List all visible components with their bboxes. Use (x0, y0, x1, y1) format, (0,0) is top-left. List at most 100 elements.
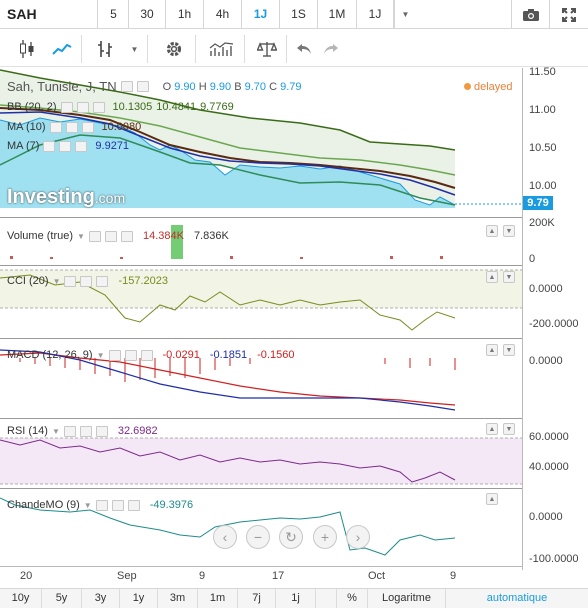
settings-icon[interactable] (136, 81, 149, 92)
y-tick: 11.50 (529, 66, 556, 78)
y-tick: 40.0000 (529, 461, 569, 473)
range-1y[interactable]: 1y (120, 589, 158, 608)
chart-type-dropdown[interactable]: ▼ (122, 35, 148, 63)
range-1j[interactable]: 1j (276, 589, 316, 608)
timeframe-dropdown-button[interactable]: ▼ (394, 0, 416, 29)
plus-icon: + (320, 529, 330, 545)
rsi-legend: RSI (14) ▼ 32.6982 (7, 425, 158, 437)
compare-button[interactable] (247, 35, 287, 63)
pane-down-button[interactable]: ▼ (503, 423, 515, 435)
pane-down-button[interactable]: ▼ (503, 225, 515, 237)
zoom-out-button[interactable]: − (246, 525, 270, 549)
undo-button[interactable] (290, 35, 318, 63)
zoom-in-button[interactable]: + (313, 525, 337, 549)
pane-down-button[interactable]: ▼ (503, 271, 515, 283)
range-10y[interactable]: 10y (0, 589, 42, 608)
chevron-left-icon: ‹ (222, 529, 228, 545)
balance-scale-icon (256, 42, 277, 57)
delayed-badge: delayed (464, 81, 513, 93)
range-7j[interactable]: 7j (238, 589, 276, 608)
settings-icon[interactable] (65, 121, 78, 133)
screenshot-button[interactable] (511, 0, 549, 29)
percent-scale-button[interactable]: % (336, 589, 368, 608)
pane-up-button[interactable]: ▲ (486, 271, 498, 283)
undo-icon (297, 44, 311, 54)
refresh-icon: ↻ (285, 529, 297, 545)
range-3y[interactable]: 3y (82, 589, 120, 608)
settings-icon[interactable] (104, 230, 117, 242)
timeframe-1j[interactable]: 1J (242, 0, 280, 29)
hide-icon[interactable] (108, 349, 121, 361)
hide-icon[interactable] (88, 230, 101, 242)
fullscreen-icon (562, 7, 576, 22)
pane-down-button[interactable]: ▼ (503, 344, 515, 356)
timeframe-toolbar: SAH 5 30 1h 4h 1J 1S 1M 1J ▼ (0, 0, 588, 29)
close-icon[interactable] (92, 101, 105, 113)
timeframe-1s[interactable]: 1S (280, 0, 318, 29)
cci-legend: CCI (20) ▼ -157.2023 (7, 275, 169, 287)
hide-icon[interactable] (43, 140, 56, 152)
hide-icon[interactable] (49, 121, 62, 133)
ma7-legend: MA (7) 9.9271 (7, 140, 130, 152)
area-chart-button[interactable] (42, 35, 82, 63)
settings-icon[interactable] (76, 101, 89, 113)
pane-up-button[interactable]: ▲ (486, 423, 498, 435)
pane-divider[interactable] (0, 338, 522, 339)
pane-divider[interactable] (0, 418, 522, 419)
close-icon[interactable] (96, 275, 109, 287)
close-icon[interactable] (140, 349, 153, 361)
pane-divider[interactable] (0, 217, 522, 218)
timeframe-1j-alt[interactable]: 1J (357, 0, 394, 29)
pane-divider[interactable] (0, 265, 522, 266)
fullscreen-button[interactable] (549, 0, 588, 29)
y-tick: 200K (529, 217, 555, 229)
hide-icon[interactable] (120, 81, 133, 92)
pane-up-button[interactable]: ▲ (486, 225, 498, 237)
pane-divider[interactable] (0, 488, 522, 489)
y-tick: 60.0000 (529, 431, 569, 443)
range-5y[interactable]: 5y (42, 589, 82, 608)
reset-zoom-button[interactable]: ↻ (279, 525, 303, 549)
symbol-label[interactable]: SAH (0, 0, 98, 29)
bar-chart-button[interactable] (88, 35, 122, 63)
close-icon[interactable] (81, 121, 94, 133)
close-icon[interactable] (127, 499, 140, 511)
close-icon[interactable] (120, 230, 133, 242)
settings-icon[interactable] (59, 140, 72, 152)
settings-icon[interactable] (124, 349, 137, 361)
settings-icon[interactable] (80, 275, 93, 287)
hide-icon[interactable] (63, 425, 76, 437)
chevron-right-icon: › (355, 529, 361, 545)
timeframe-5[interactable]: 5 (99, 0, 129, 29)
x-tick: Oct (368, 570, 386, 582)
ohlc-bars-icon (98, 41, 112, 57)
chevron-down-icon: ▼ (401, 10, 410, 19)
settings-icon[interactable] (79, 425, 92, 437)
scroll-left-button[interactable]: ‹ (213, 525, 237, 549)
range-3m[interactable]: 3m (158, 589, 198, 608)
time-axis[interactable]: 20 Sep 9 17 Oct 9 (0, 566, 522, 588)
timeframe-4h[interactable]: 4h (204, 0, 242, 29)
indicators-button[interactable] (199, 35, 245, 63)
hide-icon[interactable] (60, 101, 73, 113)
instrument-title: Sah, Tunisie, J, TN (7, 79, 117, 94)
candlestick-button[interactable] (12, 35, 42, 63)
log-scale-button[interactable]: Logaritme (368, 589, 446, 608)
main-legend: Sah, Tunisie, J, TN O 9.90 H 9.90 B 9.70… (7, 79, 302, 94)
redo-button[interactable] (318, 35, 344, 63)
close-icon[interactable] (95, 425, 108, 437)
hide-icon[interactable] (64, 275, 77, 287)
settings-button[interactable] (152, 35, 196, 63)
hide-icon[interactable] (95, 499, 108, 511)
settings-icon[interactable] (111, 499, 124, 511)
timeframe-30[interactable]: 30 (129, 0, 166, 29)
y-tick: -100.0000 (529, 553, 579, 565)
close-icon[interactable] (75, 140, 88, 152)
pane-up-button[interactable]: ▲ (486, 344, 498, 356)
pane-up-button[interactable]: ▲ (486, 493, 498, 505)
timeframe-1m[interactable]: 1M (318, 0, 357, 29)
timeframe-1h[interactable]: 1h (166, 0, 204, 29)
range-1m[interactable]: 1m (198, 589, 238, 608)
scroll-right-button[interactable]: › (346, 525, 370, 549)
auto-scale-button[interactable]: automatique (446, 589, 588, 608)
